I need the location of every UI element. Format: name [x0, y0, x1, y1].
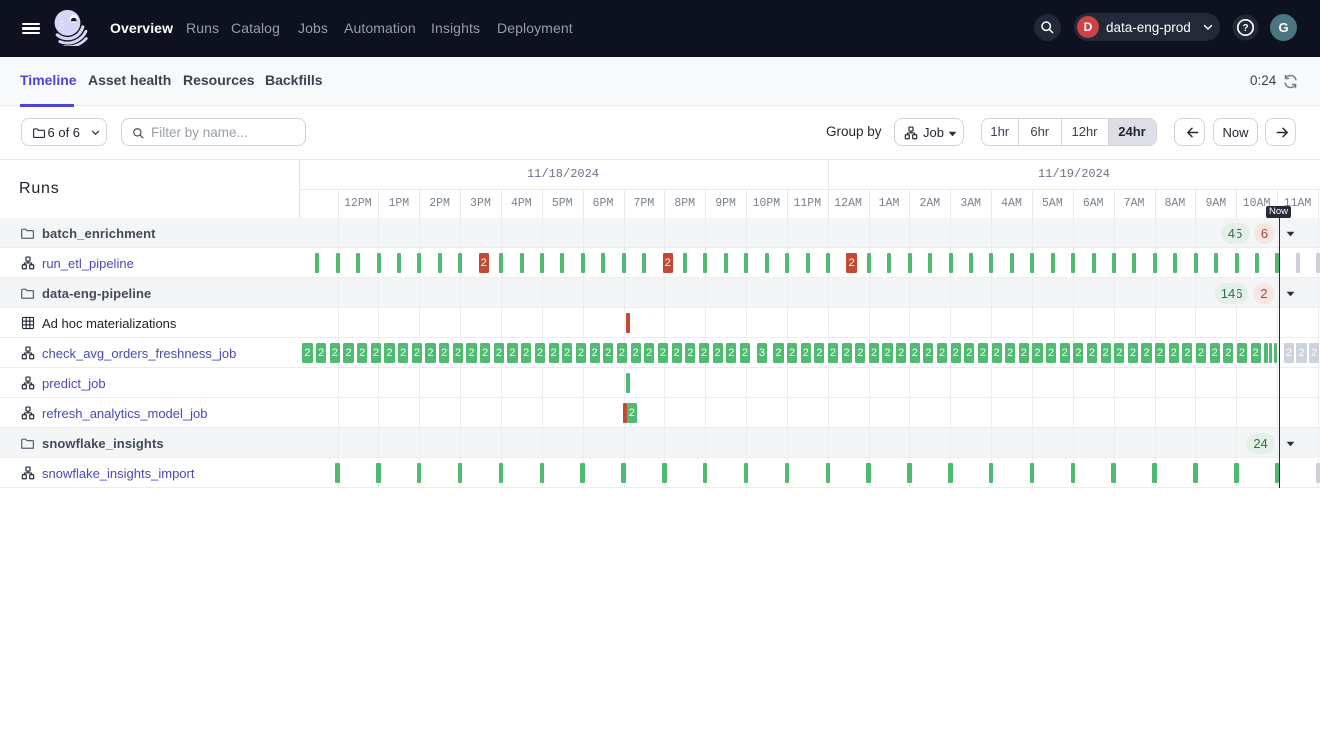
svg-text:?: ? — [1242, 23, 1248, 34]
